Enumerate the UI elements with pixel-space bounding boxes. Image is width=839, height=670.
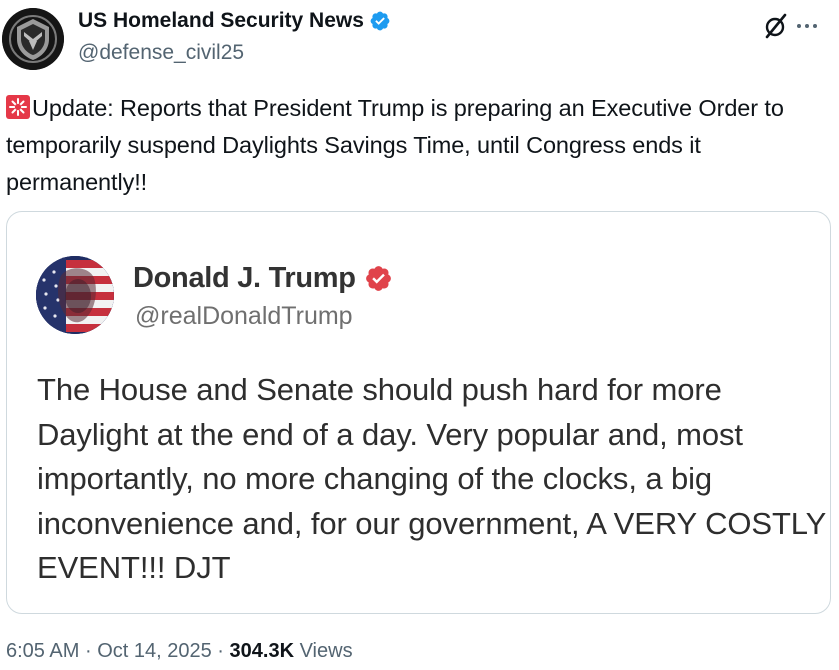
quoted-post-text: The House and Senate should push hard fo… <box>37 372 826 585</box>
post-date[interactable]: Oct 14, 2025 <box>97 640 212 662</box>
post-time[interactable]: 6:05 AM <box>6 640 79 662</box>
flag-portrait-icon <box>36 256 114 334</box>
quoted-post-card[interactable]: Donald J. Trump @realDonaldTrump The Hou… <box>6 211 831 614</box>
more-icon[interactable] <box>792 14 822 38</box>
shield-logo-icon <box>2 8 64 70</box>
author-avatar[interactable] <box>2 8 64 70</box>
author-handle[interactable]: @defense_civil25 <box>78 41 244 65</box>
post-text: Update: Reports that President Trump is … <box>6 95 784 195</box>
meta-separator: · <box>217 640 224 662</box>
verified-badge-icon <box>370 11 390 31</box>
post-body: Update: Reports that President Trump is … <box>6 90 834 201</box>
post-meta: 6:05 AM · Oct 14, 2025 · 304.3K Views <box>6 640 353 663</box>
author-name[interactable]: US Homeland Security News <box>78 9 364 33</box>
views-count[interactable]: 304.3K <box>230 640 295 662</box>
quoted-author-name[interactable]: Donald J. Trump <box>133 262 356 295</box>
quoted-author-handle[interactable]: @realDonaldTrump <box>135 302 353 331</box>
verified-badge-icon <box>365 266 391 291</box>
views-label: Views <box>299 640 353 662</box>
quoted-author-avatar[interactable] <box>36 256 114 334</box>
grok-icon[interactable] <box>762 12 790 40</box>
siren-icon <box>6 95 30 119</box>
post-header: US Homeland Security News @defense_civil… <box>0 0 839 80</box>
meta-separator: · <box>84 640 92 662</box>
